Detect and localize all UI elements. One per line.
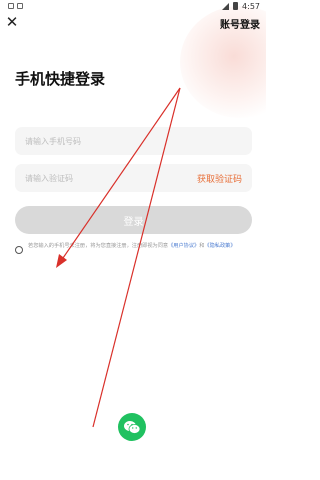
- login-button[interactable]: 登录: [15, 206, 252, 234]
- status-right-icons: 4:57: [222, 2, 260, 11]
- account-login-link[interactable]: 账号登录: [220, 16, 260, 31]
- code-input[interactable]: [25, 173, 175, 183]
- user-agreement-link[interactable]: 《用户协议》: [168, 243, 199, 249]
- wifi-icon: [222, 2, 230, 10]
- close-button[interactable]: ✕: [4, 14, 20, 30]
- phone-field-container: [15, 127, 252, 155]
- agreement-text: 若您输入的手机号未注册，将为您直接注册，注册即视为同意《用户协议》和《隐私政策》: [28, 242, 236, 250]
- wechat-icon: [124, 420, 141, 434]
- status-time: 4:57: [242, 1, 260, 11]
- notification-icon: [8, 3, 14, 9]
- phone-input[interactable]: [25, 136, 242, 146]
- status-left-icons: [8, 3, 23, 9]
- agreement-row: 若您输入的手机号未注册，将为您直接注册，注册即视为同意《用户协议》和《隐私政策》: [15, 242, 255, 254]
- code-field-container: 获取验证码: [15, 164, 252, 192]
- wechat-login-button[interactable]: [118, 413, 146, 441]
- get-code-button[interactable]: 获取验证码: [197, 172, 242, 185]
- annotation-arrowhead: [56, 254, 67, 268]
- privacy-policy-link[interactable]: 《隐私政策》: [204, 243, 235, 249]
- close-icon: ✕: [5, 12, 19, 31]
- page-title: 手机快捷登录: [15, 70, 106, 88]
- agreement-body: 若您输入的手机号未注册，将为您直接注册，注册即视为同意: [28, 243, 169, 249]
- notification-icon: [17, 3, 23, 9]
- login-page: 4:57 ✕ 账号登录 手机快捷登录 获取验证码 登录 若您输入的手机号未注册，…: [0, 0, 266, 480]
- battery-icon: [233, 2, 239, 10]
- radio-unchecked-icon[interactable]: [15, 246, 23, 254]
- status-bar: 4:57: [0, 0, 266, 12]
